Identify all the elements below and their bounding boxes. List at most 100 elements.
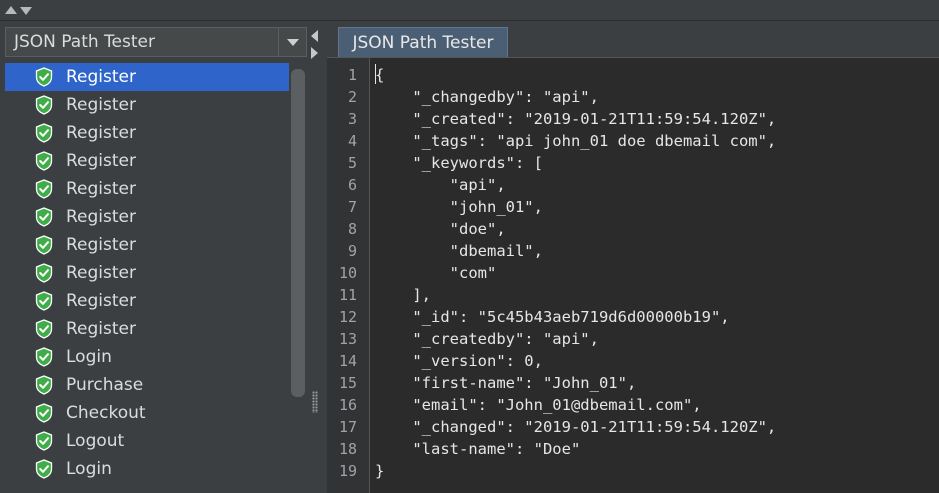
panel-splitter[interactable]: [309, 21, 322, 493]
code-line: "_version": 0,: [375, 352, 543, 370]
list-item-label: Register: [66, 263, 136, 283]
code-line: "email": "John_01@dbemail.com",: [375, 396, 702, 414]
expand-up-icon[interactable]: [5, 6, 17, 14]
expand-right-icon[interactable]: [311, 47, 318, 59]
top-toolbar: [0, 0, 939, 21]
shield-check-icon: [35, 263, 53, 283]
sampler-result-list: Register Register Register Register Register…: [5, 63, 289, 493]
list-item-label: Register: [66, 207, 136, 227]
list-item-label: Register: [66, 235, 136, 255]
code-line: "api",: [375, 176, 506, 194]
line-number: 7: [347, 198, 357, 216]
list-item[interactable]: Checkout: [5, 399, 289, 427]
line-number: 6: [347, 176, 357, 194]
list-item[interactable]: Register: [5, 231, 289, 259]
text-caret: [375, 64, 376, 84]
list-item[interactable]: Logout: [5, 427, 289, 455]
code-line: }: [375, 462, 385, 480]
list-item[interactable]: Register: [5, 119, 289, 147]
code-line: "doe",: [375, 220, 506, 238]
chevron-down-icon: [287, 39, 299, 46]
line-number: 4: [347, 132, 357, 150]
line-number: 16: [338, 396, 357, 414]
code-line: "_changedby": "api",: [375, 88, 599, 106]
shield-check-icon: [35, 459, 53, 479]
line-number: 5: [347, 154, 357, 172]
shield-check-icon: [35, 347, 53, 367]
code-line: "dbemail",: [375, 242, 543, 260]
splitter-grip-icon[interactable]: [312, 391, 318, 413]
line-number: 2: [347, 88, 357, 106]
list-item[interactable]: Register: [5, 203, 289, 231]
scrollbar-thumb[interactable]: [291, 69, 305, 397]
shield-check-icon: [35, 319, 53, 339]
list-item-label: Register: [66, 319, 136, 339]
shield-check-icon: [35, 67, 53, 87]
code-line: "_changed": "2019-01-21T11:59:54.120Z",: [375, 418, 777, 436]
code-line: "first-name": "John_01",: [375, 374, 637, 392]
line-number: 8: [347, 220, 357, 238]
collapse-down-icon[interactable]: [20, 7, 32, 15]
shield-check-icon: [35, 151, 53, 171]
code-line: "_keywords": [: [375, 154, 543, 172]
list-item[interactable]: Register: [5, 287, 289, 315]
tab-json-path-tester[interactable]: JSON Path Tester: [338, 27, 508, 57]
line-number: 17: [338, 418, 357, 436]
dropdown-toggle-button[interactable]: [278, 28, 306, 56]
line-number: 14: [338, 352, 357, 370]
shield-check-icon: [35, 431, 53, 451]
dropdown-value: JSON Path Tester: [14, 32, 155, 52]
list-item-label: Register: [66, 123, 136, 143]
shield-check-icon: [35, 95, 53, 115]
code-line: ],: [375, 286, 431, 304]
list-item[interactable]: Register: [5, 147, 289, 175]
list-item[interactable]: Register: [5, 175, 289, 203]
app-window: JSON Path Tester Register Register Registe…: [0, 0, 939, 493]
list-item[interactable]: Login: [5, 343, 289, 371]
renderer-dropdown[interactable]: JSON Path Tester: [5, 27, 307, 57]
left-panel: JSON Path Tester Register Register Registe…: [0, 21, 309, 493]
code-line: "_id": "5c45b43aeb719d6d00000b19",: [375, 308, 730, 326]
line-number: 1: [347, 66, 357, 84]
shield-check-icon: [35, 123, 53, 143]
line-number: 10: [338, 264, 357, 282]
list-item-label: Logout: [66, 431, 125, 451]
code-line: "last-name": "Doe": [375, 440, 581, 458]
list-item-label: Login: [66, 459, 112, 479]
list-item[interactable]: Login: [5, 455, 289, 483]
list-item-label: Login: [66, 347, 112, 367]
list-item[interactable]: Register: [5, 259, 289, 287]
shield-check-icon: [35, 375, 53, 395]
list-item[interactable]: Purchase: [5, 371, 289, 399]
line-number: 11: [338, 286, 357, 304]
code-line: "_tags": "api john_01 doe dbemail com",: [375, 132, 777, 150]
code-line: {: [375, 66, 385, 84]
line-number: 18: [338, 440, 357, 458]
list-scrollbar[interactable]: [291, 63, 305, 493]
line-number: 13: [338, 330, 357, 348]
list-item-label: Purchase: [66, 375, 144, 395]
shield-check-icon: [35, 235, 53, 255]
collapse-left-icon[interactable]: [311, 30, 318, 42]
line-number: 9: [347, 242, 357, 260]
list-item[interactable]: Register: [5, 315, 289, 343]
json-response-viewer[interactable]: 1 2 3 4 5 6 7 8 9 10 11 12 13 14 15 16 17 18 19 { "_change…: [327, 57, 939, 493]
code-line: "_createdby": "api",: [375, 330, 599, 348]
line-number: 19: [338, 462, 357, 480]
line-number-gutter: 1 2 3 4 5 6 7 8 9 10 11 12 13 14 15 16 17 18 19: [327, 58, 370, 493]
line-number: 15: [338, 374, 357, 392]
line-number: 12: [338, 308, 357, 326]
list-item-label: Register: [66, 151, 136, 171]
list-item-label: Register: [66, 291, 136, 311]
shield-check-icon: [35, 291, 53, 311]
code-line: "_created": "2019-01-21T11:59:54.120Z",: [375, 110, 777, 128]
list-item-label: Checkout: [66, 403, 146, 423]
shield-check-icon: [35, 207, 53, 227]
list-item-label: Register: [66, 95, 136, 115]
list-item-label: Register: [66, 67, 136, 87]
code-line: "john_01",: [375, 198, 543, 216]
list-item[interactable]: Register: [5, 91, 289, 119]
right-panel: JSON Path Tester 1 2 3 4 5 6 7 8 9 10 11 12 13 14 15 16…: [322, 21, 939, 493]
shield-check-icon: [35, 403, 53, 423]
list-item[interactable]: Register: [5, 63, 289, 91]
